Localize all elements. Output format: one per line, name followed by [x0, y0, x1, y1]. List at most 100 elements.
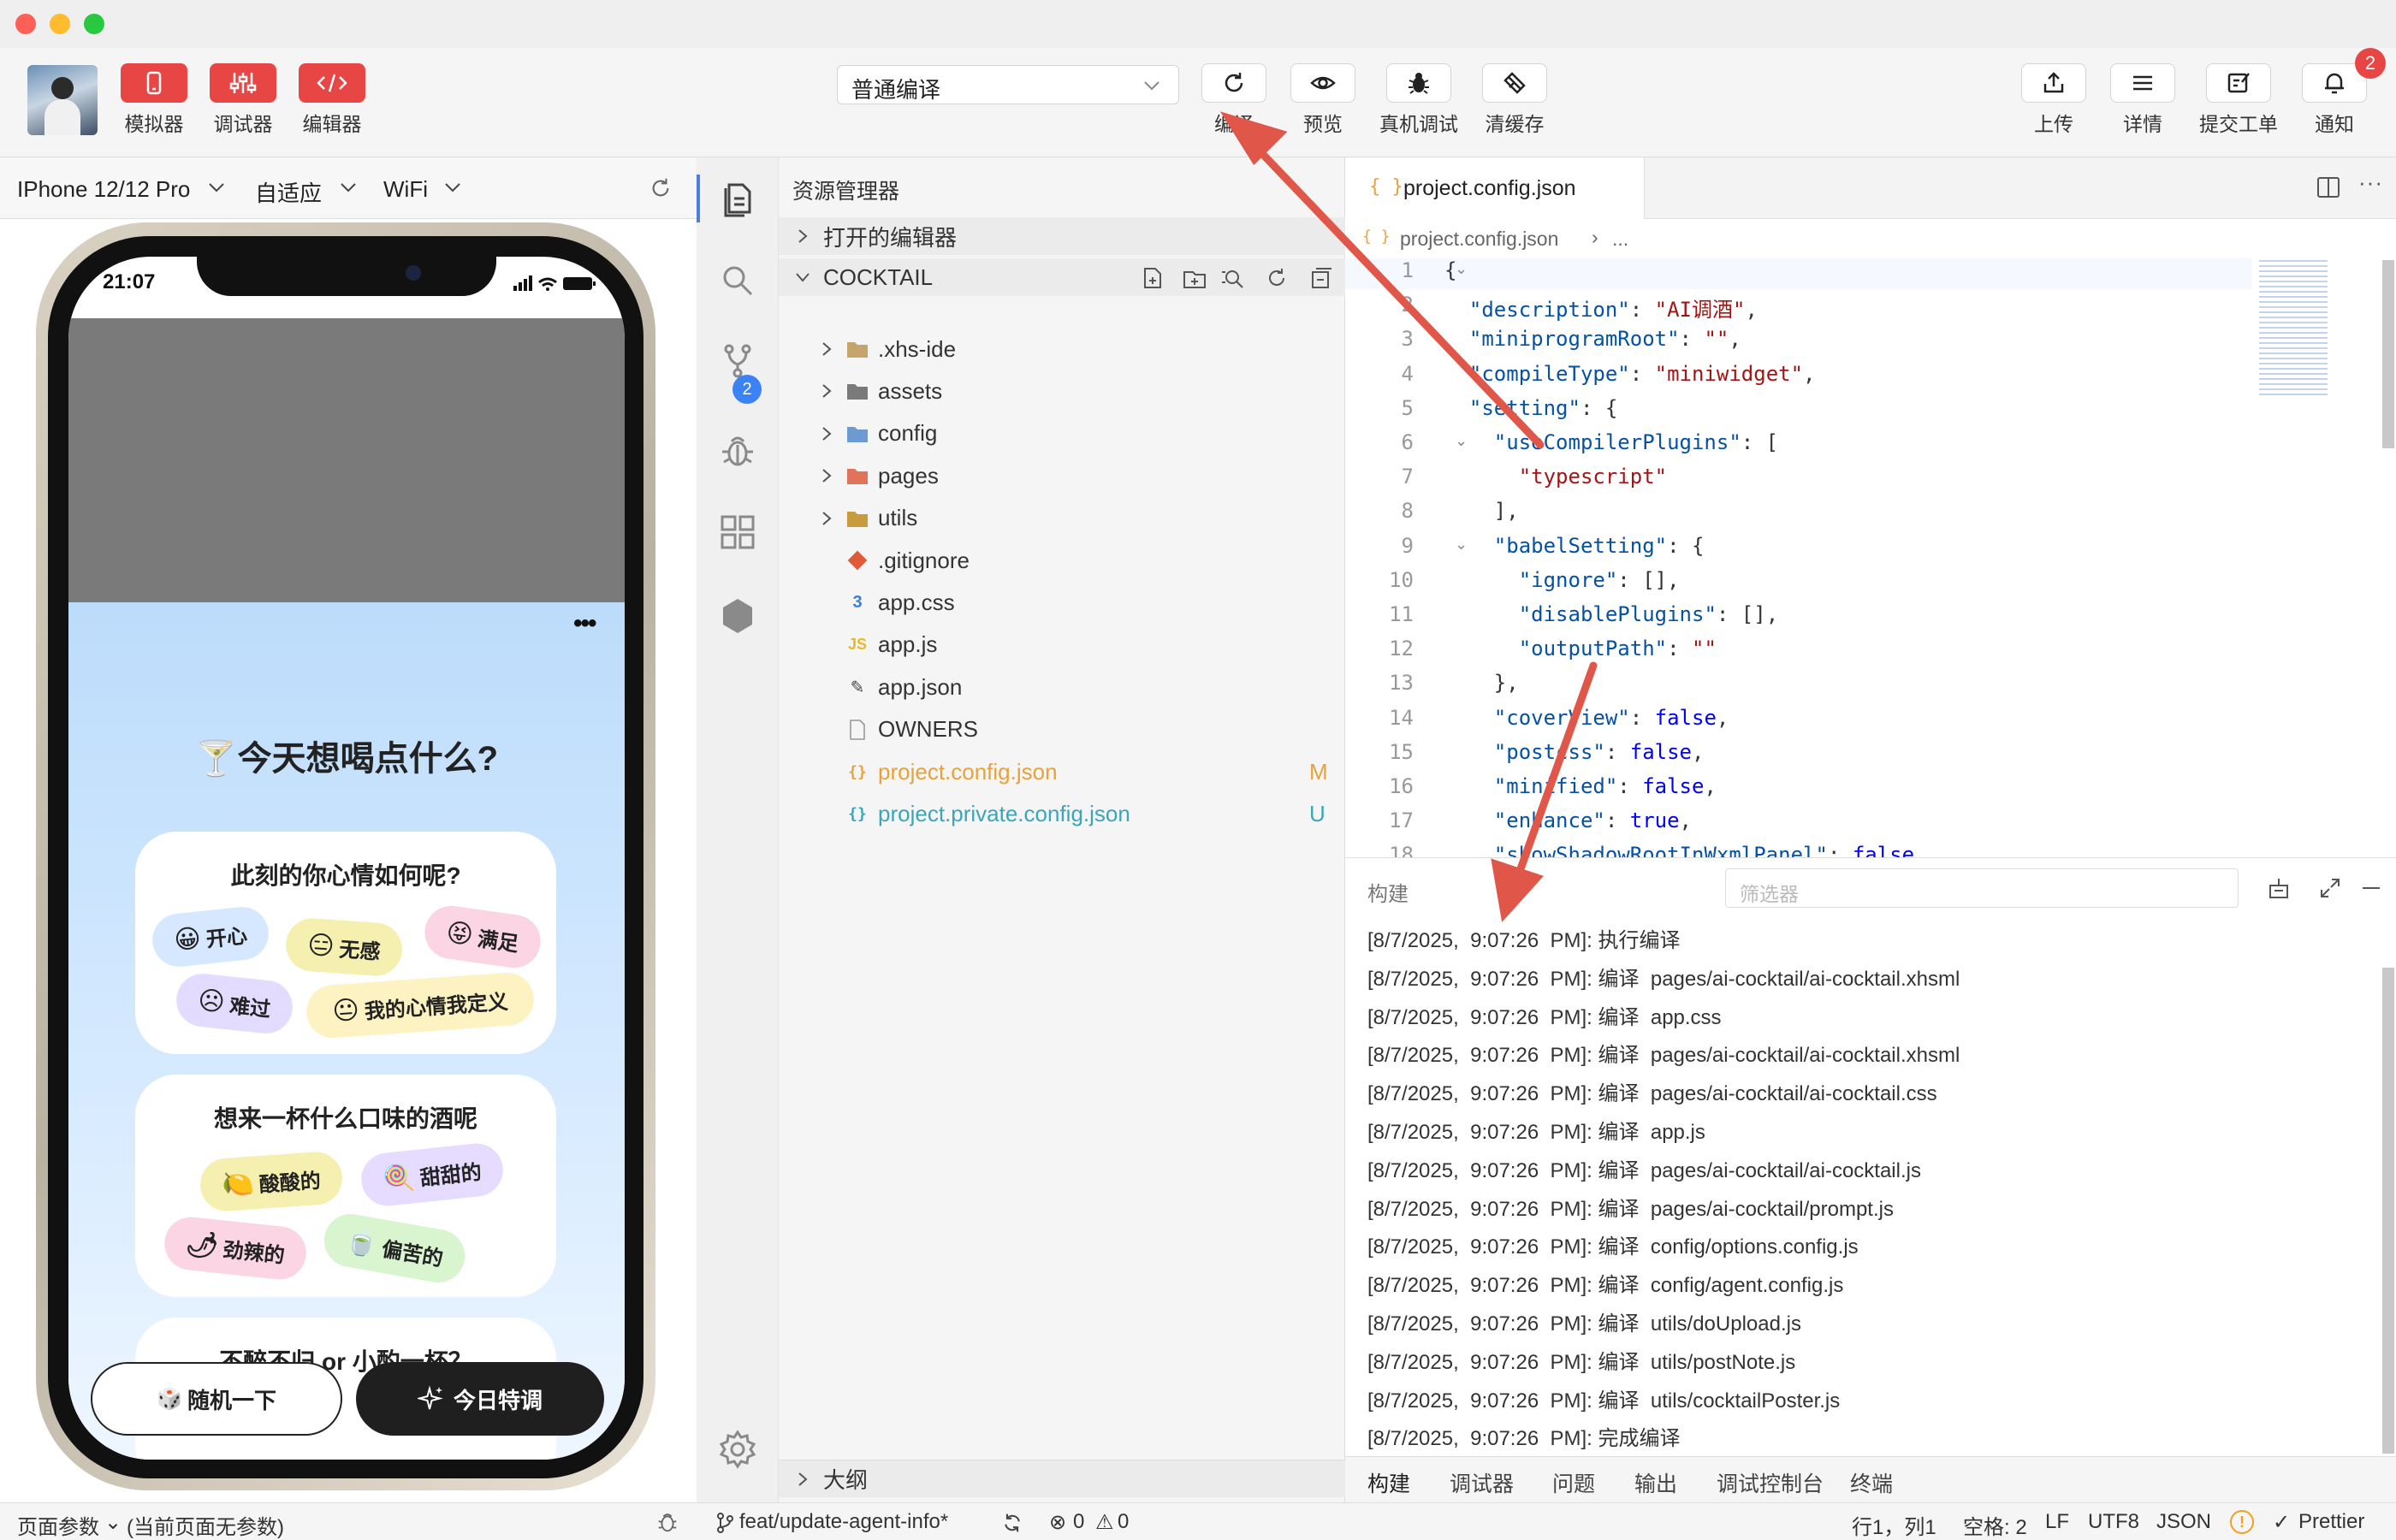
- extensions-icon[interactable]: [717, 512, 758, 553]
- tab-build[interactable]: 构建: [1367, 1467, 1411, 1506]
- compile-button[interactable]: [1201, 63, 1266, 103]
- cursor-position[interactable]: 行1，列1: [1852, 1510, 1936, 1540]
- minimize-panel-icon[interactable]: [2358, 875, 2384, 901]
- outline-section[interactable]: 大纲: [779, 1460, 1345, 1497]
- project-section[interactable]: COCKTAIL: [779, 258, 1345, 296]
- upload-button[interactable]: [2021, 63, 2086, 103]
- formatter[interactable]: Prettier: [2298, 1510, 2364, 1534]
- file-tree-item[interactable]: {} project.config.json M: [779, 753, 1345, 791]
- maximize-panel-icon[interactable]: [2317, 875, 2343, 901]
- page-params-button[interactable]: 页面参数: [17, 1510, 99, 1540]
- details-button[interactable]: [2110, 63, 2175, 103]
- editor-scrollbar[interactable]: [2382, 260, 2394, 448]
- maximize-window-button[interactable]: [84, 14, 104, 34]
- tab-debug-console[interactable]: 调试控制台: [1717, 1467, 1824, 1498]
- tab-project-config[interactable]: { } project.config.json: [1345, 157, 1645, 219]
- file-tree-item[interactable]: ✎ app.json: [779, 668, 1345, 706]
- settings-icon[interactable]: [717, 1429, 758, 1470]
- clear-cache-button[interactable]: [1482, 63, 1547, 103]
- bug-icon[interactable]: [655, 1510, 679, 1534]
- project-label: COCKTAIL: [823, 264, 934, 290]
- file-tree-item[interactable]: {} project.private.config.json U: [779, 795, 1345, 832]
- fold-chevron-icon[interactable]: ⌄: [1455, 432, 1468, 450]
- console-scrollbar[interactable]: [2382, 968, 2394, 1454]
- file-tree-item[interactable]: OWNERS: [779, 711, 1345, 749]
- sync-icon[interactable]: [1001, 1512, 1023, 1534]
- split-editor-icon[interactable]: [2316, 175, 2341, 200]
- file-icon: [845, 718, 869, 742]
- network-select[interactable]: WiFi: [383, 176, 428, 203]
- flavor-chip-sour[interactable]: 🍋 酸酸的: [199, 1150, 344, 1213]
- git-branch[interactable]: feat/update-agent-info*: [739, 1510, 948, 1534]
- device-model-select[interactable]: IPhone 12/12 Pro: [17, 176, 190, 203]
- line-number: 4: [1401, 361, 1414, 386]
- close-window-button[interactable]: [15, 14, 36, 34]
- chevron-right-icon: [822, 469, 832, 483]
- fold-chevron-icon[interactable]: ⌄: [1455, 536, 1468, 554]
- explorer-actions-icon[interactable]: [1140, 265, 1337, 291]
- mood-chip-happy[interactable]: 😀 开心: [150, 904, 271, 969]
- simulator-toggle-button[interactable]: [121, 63, 187, 103]
- more-actions-icon[interactable]: ···: [2358, 169, 2383, 196]
- file-tree-item[interactable]: .xhs-ide: [779, 330, 1345, 368]
- chevron-right-icon: [822, 427, 832, 441]
- minimap[interactable]: [2259, 260, 2328, 397]
- hexagon-icon[interactable]: [717, 595, 758, 637]
- indentation[interactable]: 空格: 2: [1963, 1510, 2027, 1540]
- line-ending[interactable]: LF: [2045, 1510, 2069, 1534]
- search-icon[interactable]: [717, 260, 758, 301]
- tab-debugger[interactable]: 调试器: [1450, 1467, 1514, 1498]
- file-tree-item[interactable]: .gitignore: [779, 542, 1345, 579]
- special-button[interactable]: 今日特调: [356, 1362, 604, 1436]
- breadcrumb-file[interactable]: project.config.json: [1400, 228, 1558, 251]
- clear-console-icon[interactable]: [2266, 875, 2292, 901]
- mood-chip-neutral[interactable]: 😑 无感: [284, 916, 404, 978]
- tab-problems[interactable]: 问题: [1552, 1467, 1595, 1498]
- warning-count[interactable]: 0: [1118, 1510, 1129, 1534]
- random-button[interactable]: 🎲 随机一下: [91, 1362, 342, 1436]
- filter-input[interactable]: 筛选器: [1725, 868, 2239, 908]
- tab-output[interactable]: 输出: [1634, 1467, 1677, 1498]
- more-menu-icon[interactable]: •••: [573, 609, 596, 638]
- breadcrumb-more[interactable]: ...: [1612, 228, 1628, 251]
- file-tree-item[interactable]: assets: [779, 372, 1345, 410]
- flavor-chip-spicy[interactable]: 🌶 劲辣的: [162, 1214, 309, 1282]
- mood-chip-satisfied[interactable]: 😝 满足: [421, 902, 544, 972]
- language-mode[interactable]: JSON: [2156, 1510, 2211, 1534]
- log-line: [8/7/2025, 9:07:26 PM]: 编译 app.css: [1367, 1005, 1722, 1029]
- reload-icon[interactable]: [649, 176, 673, 200]
- debugger-toggle-button[interactable]: [210, 63, 276, 103]
- file-tree-item[interactable]: config: [779, 415, 1345, 453]
- flavor-chip-bitter[interactable]: 🍵 偏苦的: [319, 1210, 470, 1287]
- file-tree-item[interactable]: 3 app.css: [779, 583, 1345, 621]
- compile-mode-select[interactable]: 普通编译: [837, 65, 1179, 104]
- device-scale-select[interactable]: 自适应: [255, 176, 322, 208]
- mood-chip-custom[interactable]: 😐 我的心情我定义: [305, 970, 536, 1040]
- code-editor[interactable]: { } project.config.json › ... 1{2 "descr…: [1345, 219, 2396, 902]
- line-number: 8: [1401, 499, 1414, 524]
- avatar[interactable]: [27, 65, 98, 135]
- minimize-window-button[interactable]: [50, 14, 70, 34]
- mood-chip-sad[interactable]: ☹ 难过: [174, 971, 295, 1036]
- fold-chevron-icon[interactable]: ⌄: [1455, 260, 1468, 278]
- open-editors-section[interactable]: 打开的编辑器: [779, 217, 1345, 255]
- encoding[interactable]: UTF8: [2088, 1510, 2139, 1534]
- code-line: 2 "description": "AI调酒",: [1345, 293, 2252, 323]
- files-icon[interactable]: [717, 178, 758, 219]
- flavor-chip-sweet[interactable]: 🍭 甜甜的: [359, 1140, 506, 1209]
- breadcrumb: { } project.config.json › ...: [1345, 219, 2396, 258]
- file-tree-item[interactable]: pages: [779, 457, 1345, 495]
- tab-terminal[interactable]: 终端: [1850, 1467, 1893, 1498]
- error-count[interactable]: 0: [1073, 1510, 1084, 1534]
- real-device-debug-button[interactable]: [1386, 63, 1451, 103]
- phone-screen: 21:07 ••• 🍸今天想喝点什么? 此刻的你心情如何呢? 😀 开心 😑 无感 😝…: [68, 257, 625, 1460]
- editor-toggle-button[interactable]: [299, 63, 365, 103]
- file-tree-item[interactable]: JS app.js: [779, 626, 1345, 664]
- file-tree-item[interactable]: utils: [779, 500, 1345, 537]
- warning-circle-icon[interactable]: !: [2230, 1510, 2254, 1534]
- preview-button[interactable]: [1290, 63, 1355, 103]
- debug-icon[interactable]: [717, 429, 758, 471]
- submit-ticket-button[interactable]: [2206, 63, 2271, 103]
- expressionless-emoji-icon: 😑: [306, 930, 335, 961]
- git-branch-icon: [717, 1513, 733, 1533]
